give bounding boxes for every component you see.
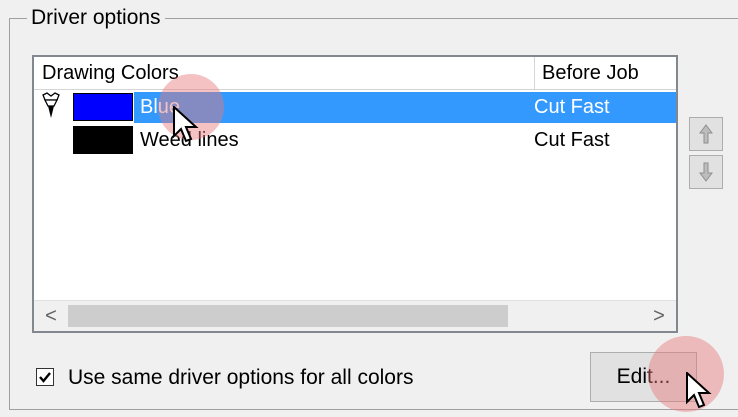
- group-title: Driver options: [27, 6, 165, 30]
- row-before-job: Cut Fast: [534, 129, 610, 151]
- cutter-icon: [42, 92, 60, 118]
- color-swatch-blue: [73, 93, 133, 121]
- scroll-right-arrow[interactable]: >: [644, 301, 674, 331]
- checkmark-icon: [39, 372, 51, 383]
- move-down-button[interactable]: [689, 155, 723, 189]
- horizontal-scrollbar[interactable]: < >: [34, 300, 676, 331]
- mouse-pointer-icon: [173, 106, 199, 143]
- list-header: Drawing Colors Before Job: [34, 57, 676, 90]
- same-options-label[interactable]: Use same driver options for all colors: [68, 365, 413, 391]
- move-down-icon: [699, 162, 713, 182]
- color-swatch-black: [73, 126, 133, 154]
- mouse-pointer-icon: [686, 372, 712, 409]
- move-up-icon: [699, 124, 713, 144]
- same-options-checkbox[interactable]: [36, 368, 54, 386]
- scroll-left-arrow[interactable]: <: [36, 301, 66, 331]
- list-row-blue[interactable]: Blue Cut Fast: [34, 90, 676, 123]
- drawing-colors-list[interactable]: Drawing Colors Before Job Blue Cut Fast …: [32, 55, 678, 333]
- column-header-before-job[interactable]: Before Job: [534, 57, 676, 89]
- scroll-thumb[interactable]: [68, 305, 508, 327]
- column-header-drawing-colors[interactable]: Drawing Colors: [34, 57, 534, 89]
- move-up-button[interactable]: [689, 117, 723, 151]
- row-before-job: Cut Fast: [534, 96, 610, 118]
- list-row-weed-lines[interactable]: Weed lines Cut Fast: [34, 123, 676, 155]
